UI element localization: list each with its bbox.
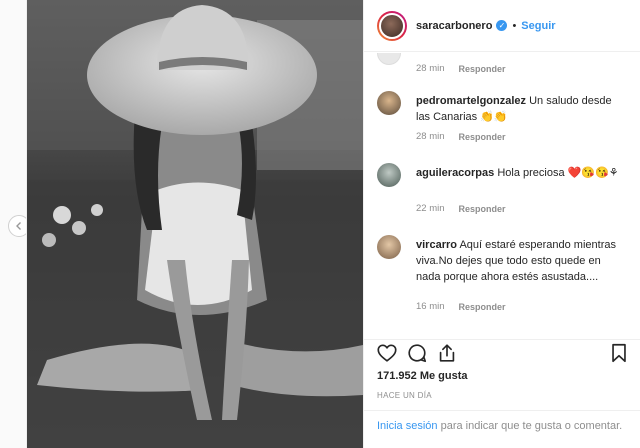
post-card: saracarbonero ✓ • Seguir 28 min Responde…	[26, 0, 640, 448]
likes-count[interactable]: 171.952 Me gusta	[377, 370, 468, 382]
comment-body: Hola preciosa ❤️😘😘⚘	[497, 167, 619, 179]
login-link[interactable]: Inicia sesión	[377, 420, 438, 432]
login-prompt-text: para indicar que te gusta o comentar.	[437, 420, 623, 432]
comment-meta: 22 min Responder	[416, 203, 506, 214]
avatar[interactable]	[377, 163, 401, 187]
post-photo[interactable]	[27, 0, 363, 448]
chevron-left-icon	[16, 222, 21, 230]
verified-badge-icon: ✓	[496, 20, 508, 31]
login-prompt: Inicia sesión para indicar que te gusta …	[364, 410, 640, 434]
action-bar: 171.952 Me gusta HACE UN DÍA Inicia sesi…	[364, 339, 640, 448]
reply-button[interactable]: Responder	[459, 64, 506, 74]
post-date[interactable]: HACE UN DÍA	[377, 391, 432, 400]
comment-username[interactable]: pedromartelgonzalez	[416, 95, 526, 107]
avatar[interactable]	[377, 53, 401, 65]
list-item: 28 min Responder	[364, 53, 640, 87]
comment-time[interactable]: 28 min	[416, 63, 445, 74]
bookmark-icon[interactable]	[608, 342, 630, 364]
comment-time[interactable]: 22 min	[416, 203, 445, 214]
avatar	[379, 12, 405, 39]
comment-text: vircarro Aquí estaré esperando mientras …	[416, 237, 628, 285]
heart-icon[interactable]	[376, 342, 398, 364]
comments-list[interactable]: 28 min Responder pedromartelgonzalez Un …	[364, 53, 640, 338]
reply-button[interactable]: Responder	[459, 204, 506, 214]
list-item: aguileracorpas Hola preciosa ❤️😘😘⚘ 22 mi…	[364, 163, 640, 225]
comment-icon[interactable]	[406, 342, 428, 364]
list-item: vircarro Aquí estaré esperando mientras …	[364, 235, 640, 335]
post-panel: saracarbonero ✓ • Seguir 28 min Responde…	[363, 0, 640, 448]
author-username[interactable]: saracarbonero	[416, 20, 492, 32]
follow-button[interactable]: Seguir	[521, 20, 555, 32]
share-icon[interactable]	[436, 342, 458, 364]
comment-time[interactable]: 28 min	[416, 131, 445, 142]
reply-button[interactable]: Responder	[459, 132, 506, 142]
avatar[interactable]	[377, 91, 401, 115]
avatar[interactable]	[377, 235, 401, 259]
author-avatar[interactable]	[377, 10, 407, 41]
comment-username[interactable]: aguileracorpas	[416, 167, 494, 179]
comment-meta: 16 min Responder	[416, 301, 506, 312]
reply-button[interactable]: Responder	[459, 302, 506, 312]
comment-meta: 28 min Responder	[416, 63, 506, 74]
comment-username[interactable]: vircarro	[416, 239, 457, 251]
photo-image	[27, 0, 363, 448]
action-icons	[364, 340, 640, 368]
comment-time[interactable]: 16 min	[416, 301, 445, 312]
post-header: saracarbonero ✓ • Seguir	[364, 0, 640, 52]
list-item: pedromartelgonzalez Un saludo desde las …	[364, 91, 640, 151]
comment-text: pedromartelgonzalez Un saludo desde las …	[416, 93, 628, 125]
comment-text: aguileracorpas Hola preciosa ❤️😘😘⚘	[416, 165, 628, 181]
separator-dot: •	[512, 19, 517, 32]
comment-meta: 28 min Responder	[416, 131, 506, 142]
